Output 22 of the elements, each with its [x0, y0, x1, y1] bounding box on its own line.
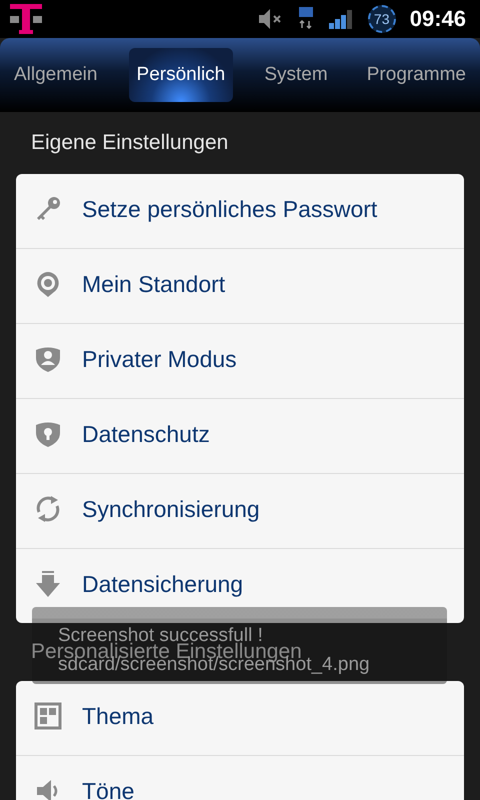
settings-item[interactable]: Synchronisierung: [16, 474, 464, 549]
download-arrow-icon: [34, 570, 62, 598]
settings-item[interactable]: Mein Standort: [16, 249, 464, 324]
tab[interactable]: Programme: [358, 48, 474, 102]
settings-item[interactable]: Datensicherung: [16, 549, 464, 623]
tab[interactable]: System: [256, 48, 336, 102]
settings-item[interactable]: Setze persönliches Passwort: [16, 174, 464, 249]
tab[interactable]: Persönlich: [128, 48, 234, 102]
sync-icon: [34, 495, 62, 523]
theme-grid-icon: [34, 702, 62, 730]
signal-icon: [328, 8, 354, 30]
shield-person-icon: [34, 345, 62, 373]
shield-lock-icon: [34, 420, 62, 448]
settings-item[interactable]: Datenschutz: [16, 399, 464, 474]
battery-indicator: 73: [368, 5, 396, 33]
section-header: Eigene Einstellungen: [31, 131, 228, 155]
tab[interactable]: Allgemein: [6, 48, 106, 102]
settings-item[interactable]: Privater Modus: [16, 324, 464, 399]
network-3g-icon: [298, 6, 314, 32]
carrier-logo-icon: [8, 2, 44, 36]
settings-item[interactable]: Töne: [16, 756, 464, 800]
clock: 09:46: [410, 6, 466, 32]
